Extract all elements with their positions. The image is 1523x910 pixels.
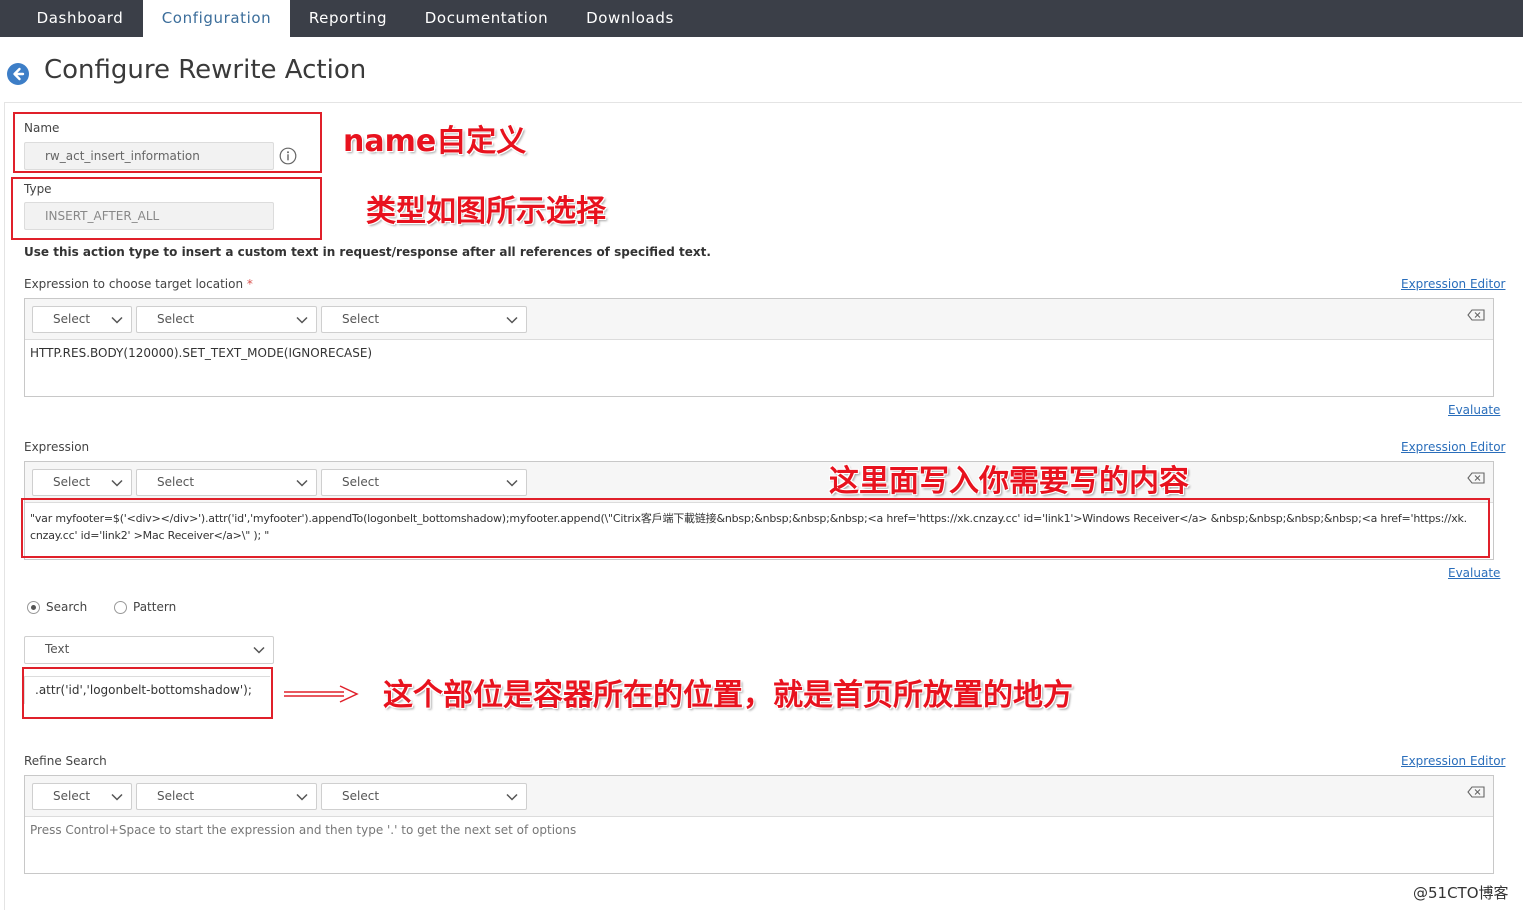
search-radio[interactable] — [27, 601, 40, 614]
watermark: @51CTO博客 — [1413, 884, 1509, 902]
chevron-down-icon — [296, 316, 308, 324]
tab-configuration[interactable]: Configuration — [143, 0, 290, 37]
chevron-down-icon — [111, 479, 123, 487]
type-highlight-box — [11, 177, 322, 240]
chevron-down-icon — [111, 316, 123, 324]
target-select-3[interactable]: Select — [321, 306, 527, 333]
type-annotation: 类型如图所示选择 — [366, 194, 606, 229]
search-radio-label: Search — [46, 600, 88, 614]
refine-select-2[interactable]: Select — [136, 783, 317, 810]
tab-reporting[interactable]: Reporting — [290, 0, 406, 37]
chevron-down-icon — [296, 793, 308, 801]
search-type-select[interactable]: Text — [24, 636, 274, 664]
type-hint: Use this action type to insert a custom … — [24, 245, 711, 259]
expression-label: Expression — [24, 440, 90, 454]
pattern-radio-label: Pattern — [133, 600, 177, 614]
target-expression-text[interactable]: HTTP.RES.BODY(120000).SET_TEXT_MODE(IGNO… — [30, 345, 372, 362]
tab-dashboard[interactable]: Dashboard — [17, 0, 143, 37]
name-annotation: name自定义 — [343, 124, 527, 159]
tab-downloads[interactable]: Downloads — [567, 0, 693, 37]
container-annotation: 这个部位是容器所在的位置，就是首页所放置的地方 — [383, 678, 1073, 713]
target-expression-toolbar: Select Select Select — [25, 299, 1493, 340]
search-text-highlight-box — [22, 667, 273, 719]
tab-documentation[interactable]: Documentation — [406, 0, 567, 37]
chevron-down-icon — [506, 479, 518, 487]
top-navigation-bar: Dashboard Configuration Reporting Docume… — [0, 0, 1523, 37]
pattern-radio[interactable] — [114, 601, 127, 614]
page-title: Configure Rewrite Action — [44, 55, 367, 85]
expression-editor-link[interactable]: Expression Editor — [1401, 440, 1505, 454]
chevron-down-icon — [506, 793, 518, 801]
expression-evaluate-link[interactable]: Evaluate — [1448, 566, 1500, 580]
backspace-clear-icon[interactable] — [1467, 472, 1485, 484]
back-arrow-icon[interactable] — [7, 63, 29, 85]
target-expression-editor-link[interactable]: Expression Editor — [1401, 277, 1505, 291]
name-highlight-box — [13, 112, 322, 173]
required-mark: * — [246, 277, 253, 291]
expression-select-3[interactable]: Select — [321, 469, 527, 496]
refine-search-label: Refine Search — [24, 754, 107, 768]
refine-expression-placeholder[interactable]: Press Control+Space to start the express… — [30, 822, 576, 839]
target-select-1[interactable]: Select — [32, 306, 132, 333]
target-expression-box: Select Select Select HTTP.RES.BODY(12000… — [24, 298, 1494, 397]
chevron-down-icon — [296, 479, 308, 487]
expression-annotation: 这里面写入你需要写的内容 — [829, 464, 1189, 499]
expression-highlight-box — [21, 498, 1490, 558]
backspace-clear-icon[interactable] — [1467, 309, 1485, 321]
refine-select-3[interactable]: Select — [321, 783, 527, 810]
chevron-down-icon — [506, 316, 518, 324]
refine-select-1[interactable]: Select — [32, 783, 132, 810]
expression-toolbar: Select Select Select — [25, 462, 1493, 503]
refine-expression-toolbar: Select Select Select — [25, 776, 1493, 817]
expression-select-2[interactable]: Select — [136, 469, 317, 496]
backspace-clear-icon[interactable] — [1467, 786, 1485, 798]
refine-expression-editor-link[interactable]: Expression Editor — [1401, 754, 1505, 768]
expression-select-1[interactable]: Select — [32, 469, 132, 496]
chevron-down-icon — [253, 646, 265, 654]
target-expression-label: Expression to choose target location * — [24, 277, 253, 291]
target-evaluate-link[interactable]: Evaluate — [1448, 403, 1500, 417]
right-arrow-icon — [284, 685, 359, 703]
target-select-2[interactable]: Select — [136, 306, 317, 333]
refine-expression-box: Select Select Select Press Control+Space… — [24, 775, 1494, 874]
chevron-down-icon — [111, 793, 123, 801]
